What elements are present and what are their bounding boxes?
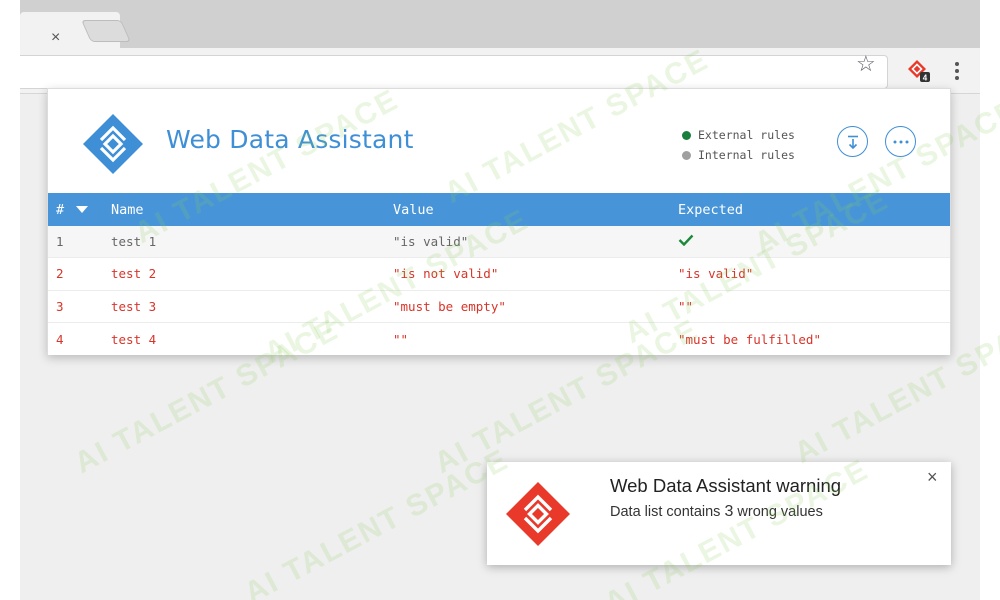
- external-rules-dot-icon: [682, 130, 691, 140]
- bookmark-star-icon[interactable]: ☆: [856, 53, 876, 75]
- notification-title: Web Data Assistant warning: [610, 475, 842, 496]
- tab-strip: ×: [20, 0, 980, 50]
- row-name: test 3: [111, 298, 157, 314]
- table-row[interactable]: 4 test 4 "" "must be fulfilled": [48, 322, 950, 356]
- browser-menu-icon[interactable]: [948, 60, 966, 82]
- row-number: 2: [56, 266, 64, 282]
- row-value: "is not valid": [393, 266, 499, 282]
- column-header-number[interactable]: #: [48, 202, 111, 218]
- legend-label: External rules: [698, 128, 795, 142]
- column-header-label: #: [56, 201, 65, 218]
- internal-rules-dot-icon: [682, 150, 691, 160]
- extension-button[interactable]: 4: [906, 58, 932, 84]
- web-data-assistant-logo: [83, 114, 143, 174]
- row-expected: "must be fulfilled": [678, 331, 821, 347]
- sort-caret-down-icon[interactable]: [76, 206, 89, 213]
- row-name: test 2: [111, 266, 157, 282]
- notification-logo-icon: [506, 482, 570, 546]
- column-header-expected[interactable]: Expected: [678, 202, 950, 218]
- more-options-button[interactable]: [885, 126, 916, 157]
- column-header-value[interactable]: Value: [393, 202, 678, 218]
- row-name: test 4: [111, 331, 157, 347]
- row-expected: "is valid": [678, 266, 754, 282]
- table-row[interactable]: 1 test 1 "is valid": [48, 226, 950, 259]
- warning-notification[interactable]: Web Data Assistant warning Data list con…: [487, 462, 951, 565]
- table-header: # Name Value Expected: [48, 193, 950, 226]
- legend-item-external: External rules: [682, 125, 795, 145]
- rules-legend: External rules Internal rules: [682, 125, 795, 165]
- table-row[interactable]: 2 test 2 "is not valid" "is valid": [48, 258, 950, 291]
- notification-message: Data list contains 3 wrong values: [610, 503, 823, 521]
- checkmark-icon: [678, 234, 694, 247]
- message-suffix: wrong values: [733, 504, 823, 520]
- legend-item-internal: Internal rules: [682, 145, 795, 165]
- tab-close-icon[interactable]: ×: [51, 30, 60, 46]
- row-expected: "": [678, 298, 694, 314]
- row-number: 1: [56, 234, 64, 250]
- row-number: 3: [56, 298, 64, 314]
- row-value: "must be empty": [393, 298, 506, 314]
- table-row[interactable]: 3 test 3 "must be empty" "": [48, 290, 950, 323]
- column-header-name[interactable]: Name: [111, 202, 393, 218]
- row-expected: [678, 234, 950, 249]
- extension-badge-count: 4: [923, 74, 928, 83]
- popup-title: Web Data Assistant: [166, 125, 414, 154]
- row-value: "": [393, 331, 409, 347]
- row-name: test 1: [111, 234, 157, 250]
- download-icon: [847, 135, 858, 149]
- address-bar[interactable]: [20, 55, 888, 89]
- row-number: 4: [56, 331, 64, 347]
- row-value: "is valid": [393, 234, 469, 250]
- validation-table: # Name Value Expected 1 test 1 "is valid…: [48, 193, 950, 356]
- extension-logo-icon: 4: [908, 60, 930, 83]
- legend-label: Internal rules: [698, 148, 795, 162]
- more-dots-icon: [893, 140, 908, 143]
- new-tab-button[interactable]: [81, 20, 131, 42]
- extension-popup: Web Data Assistant External rules Intern…: [47, 88, 951, 356]
- message-prefix: Data list contains: [610, 504, 725, 520]
- notification-close-icon[interactable]: ×: [927, 468, 938, 486]
- download-button[interactable]: [837, 126, 868, 157]
